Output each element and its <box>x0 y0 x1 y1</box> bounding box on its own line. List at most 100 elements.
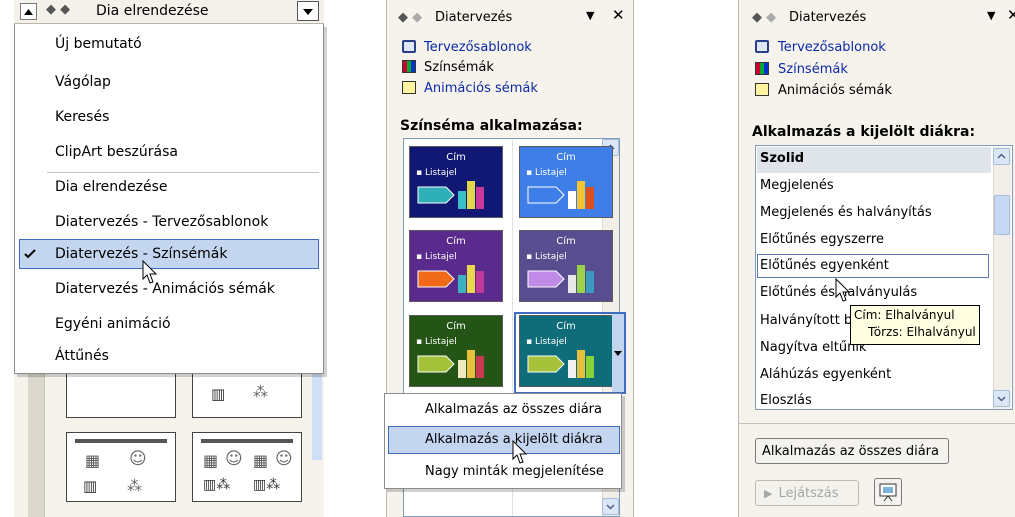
close-icon[interactable]: ✕ <box>1007 6 1015 24</box>
section-title: Színséma alkalmazása: <box>400 118 583 134</box>
tooltip: Cím: Elhalványul Törzs: Elhalványul <box>850 305 980 345</box>
back-forward-icons[interactable]: ◆ ◆ <box>46 2 70 17</box>
layout-thumbnail-table-clipart[interactable]: ▦ ☺ ▥ ⁂ <box>66 432 176 502</box>
design-template-icon <box>755 40 769 53</box>
list-item[interactable]: Előtűnés egyszerre <box>760 232 884 247</box>
tile-bar <box>586 187 594 209</box>
list-item[interactable]: Aláhúzás egyenként <box>760 367 891 382</box>
tile-bar <box>458 275 466 293</box>
check-icon <box>24 249 36 259</box>
tile-art <box>527 265 594 293</box>
clipart-icon: ⁂ <box>253 383 268 401</box>
menu-item-slide-layout[interactable]: Dia elrendezése <box>55 179 168 195</box>
list-item[interactable]: Megjelenés <box>760 178 834 193</box>
tile-context-menu: Alkalmazás az összes diára Alkalmazás a … <box>384 393 622 489</box>
color-scheme-tile[interactable]: Cím ▪ Listajel <box>409 146 503 218</box>
slideshow-icon <box>879 483 897 502</box>
chart-icon: ▥ <box>83 477 98 495</box>
back-icon[interactable]: ◆ <box>752 10 762 25</box>
color-scheme-tile[interactable]: Cím ▪ Listajel <box>519 230 613 302</box>
pane-menu-dropdown[interactable] <box>297 1 319 21</box>
tile-bar <box>476 356 484 378</box>
pane-title: Diatervezés <box>789 10 867 25</box>
scroll-up-button[interactable] <box>993 148 1010 165</box>
menu-item-new-presentation[interactable]: Új bemutató <box>55 36 142 52</box>
color-scheme-tile[interactable]: Cím ▪ Listajel <box>519 146 613 218</box>
forward-icon[interactable]: ◆ <box>766 10 776 25</box>
scroll-down-button[interactable] <box>602 498 619 515</box>
slideshow-button[interactable] <box>874 478 902 506</box>
pane-separator <box>738 423 1015 424</box>
tile-bar <box>568 275 576 293</box>
tile-arrow-shape <box>417 270 455 288</box>
person-icon: ☺ <box>129 449 147 469</box>
color-scheme-icon <box>755 62 769 75</box>
pane-title: Dia elrendezése <box>96 3 209 19</box>
chart-icon: ▥ <box>211 385 226 403</box>
table-icon: ▦ <box>203 451 219 470</box>
menu-item-clipart[interactable]: ClipArt beszúrása <box>55 144 178 160</box>
menu-item-clipboard[interactable]: Vágólap <box>55 74 111 90</box>
back-icon[interactable]: ◆ <box>398 10 408 25</box>
apply-all-button[interactable]: Alkalmazás az összes diára <box>755 438 949 464</box>
tile-arrow-shape <box>527 270 565 288</box>
scroll-down-button[interactable] <box>993 390 1010 407</box>
forward-icon[interactable]: ◆ <box>412 10 422 25</box>
layout-thumbnail-chart-clipart[interactable]: ▥ ⁂ <box>192 370 302 418</box>
list-item[interactable]: Eloszlás <box>760 393 812 408</box>
play-button[interactable]: ▶ Lejátszás <box>755 480 859 506</box>
layout-thumbnail-mixed[interactable]: ▦ ☺ ▦ ☺ ▥⁂ ▥⁂ <box>192 432 302 502</box>
tile-bar <box>568 191 576 209</box>
pane-title: Diatervezés <box>435 10 513 25</box>
color-scheme-tile[interactable]: Cím ▪ Listajel <box>409 230 503 302</box>
clipart-icon: ⁂ <box>127 477 142 495</box>
tooltip-line: Cím: Elhalványul <box>854 308 955 322</box>
tile-art <box>417 350 484 378</box>
back-icon[interactable]: ◆ <box>46 2 56 17</box>
tile-art <box>417 181 484 209</box>
menu-item-custom-animation[interactable]: Egyéni animáció <box>55 316 171 332</box>
forward-icon[interactable]: ◆ <box>60 2 70 17</box>
link-animation-schemes[interactable]: Animációs sémák <box>424 81 538 96</box>
section-title: Alkalmazás a kijelölt diákra: <box>752 124 976 140</box>
link-design-templates[interactable]: Tervezősablonok <box>424 40 532 55</box>
animation-list-items: Szolid Megjelenés Megjelenés és halványí… <box>755 145 991 410</box>
back-forward-icons[interactable]: ◆ ◆ <box>398 10 422 25</box>
play-button-label: Lejátszás <box>778 485 839 501</box>
tile-dropdown-button[interactable] <box>612 314 624 392</box>
pane-menu-dropdown[interactable]: ▼ <box>987 9 995 22</box>
back-forward-icons[interactable]: ◆ ◆ <box>752 10 776 25</box>
tile-bar <box>467 265 475 293</box>
layout-thumbnail-blank[interactable] <box>66 370 176 418</box>
animation-scheme-icon <box>755 83 769 96</box>
link-color-schemes[interactable]: Színsémák <box>778 62 848 77</box>
menu-item-show-large-previews[interactable]: Nagy minták megjelenítése <box>425 464 604 479</box>
chart-icon: ▥⁂ <box>253 477 281 493</box>
list-item[interactable]: Szolid <box>760 151 804 166</box>
list-scrollbar[interactable] <box>993 147 1011 409</box>
tile-bar <box>476 271 484 293</box>
list-item[interactable]: Megjelenés és halványítás <box>760 205 932 220</box>
tile-art <box>527 181 594 209</box>
menu-item-apply-all[interactable]: Alkalmazás az összes diára <box>425 402 602 417</box>
menu-item-design-templates[interactable]: Diatervezés - Tervezősablonok <box>55 214 268 230</box>
link-design-templates[interactable]: Tervezősablonok <box>778 40 886 55</box>
tile-bar <box>577 265 585 293</box>
menu-item-search[interactable]: Keresés <box>55 109 109 125</box>
close-icon[interactable]: ✕ <box>612 6 625 24</box>
link-color-schemes: Színsémák <box>424 60 494 75</box>
mouse-cursor-icon <box>835 278 851 302</box>
task-pane-menu: Új bemutató Vágólap Keresés ClipArt besz… <box>14 24 324 374</box>
menu-item-animation-schemes[interactable]: Diatervezés - Animációs sémák <box>55 281 275 297</box>
menu-item-transition[interactable]: Áttűnés <box>55 348 109 364</box>
arrow-up-icon <box>24 9 33 15</box>
table-icon: ▦ <box>85 451 101 470</box>
color-scheme-tile[interactable]: Cím ▪ Listajel <box>409 315 503 387</box>
scroll-thumb[interactable] <box>994 195 1010 235</box>
scroll-up-button[interactable] <box>20 3 37 20</box>
chevron-up-icon <box>997 153 1006 159</box>
list-item[interactable]: Előtűnés egyenként <box>760 258 889 273</box>
pane-menu-dropdown[interactable]: ▼ <box>586 9 594 22</box>
tile-bar <box>458 360 466 378</box>
table-icon: ▦ <box>253 451 269 470</box>
